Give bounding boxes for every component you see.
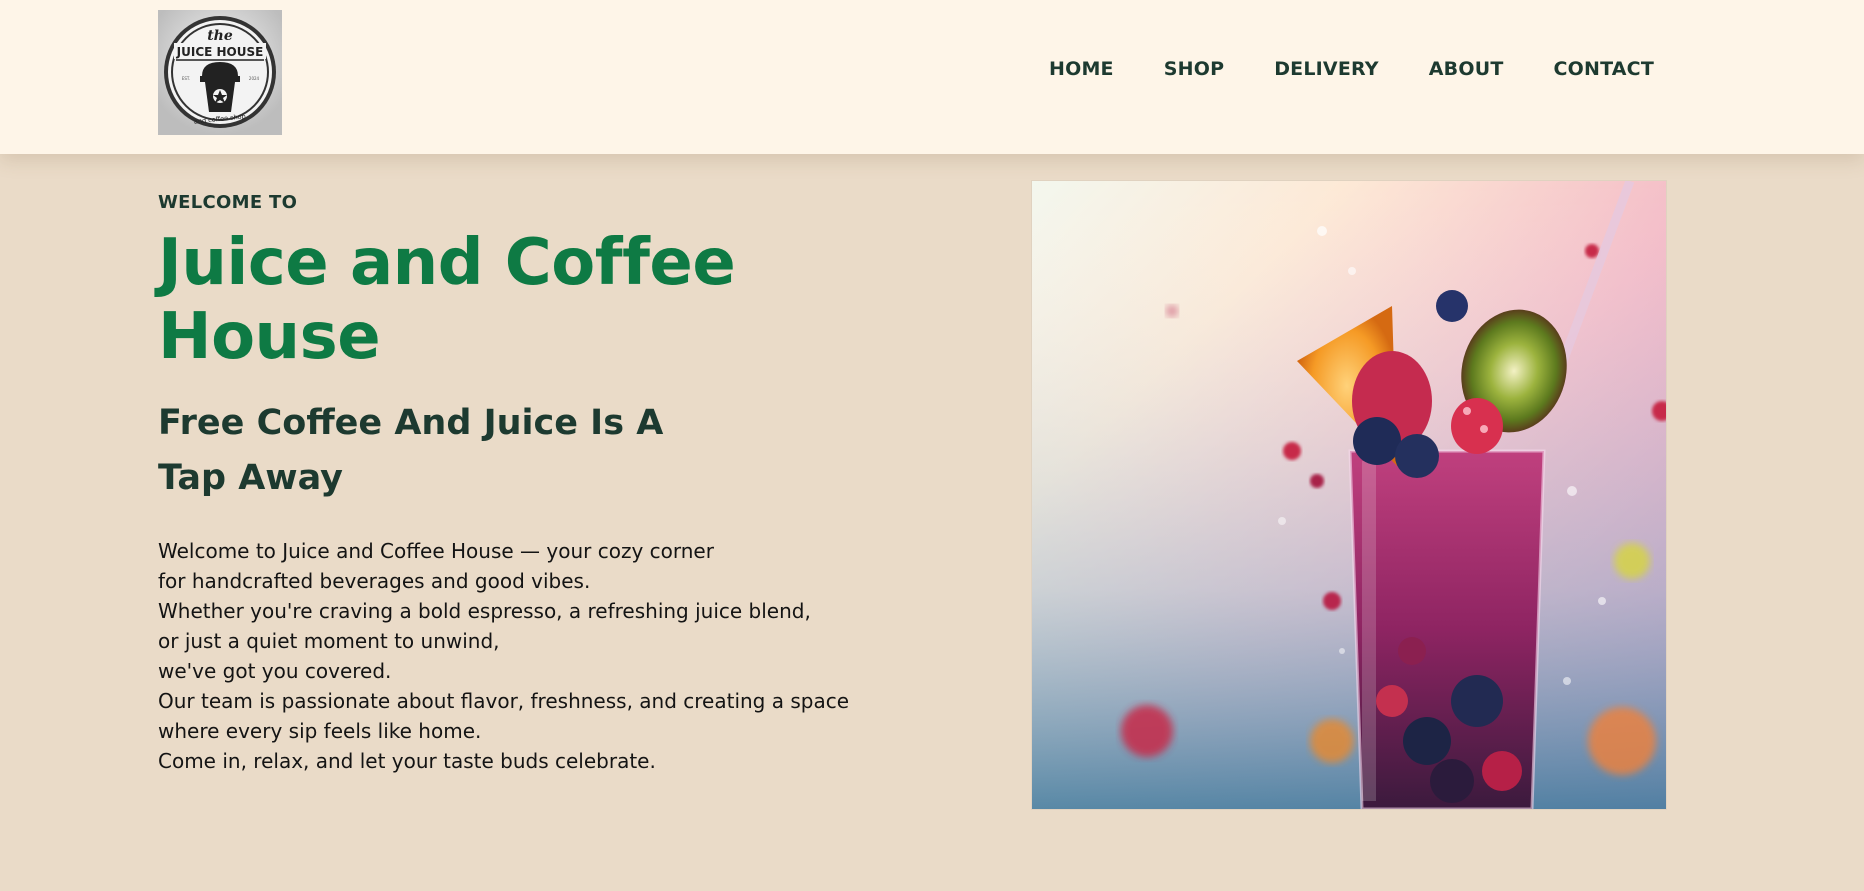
hero-smoothie-image: [1032, 181, 1666, 809]
hero-description-line: we've got you covered.: [158, 659, 392, 684]
hero-description-line: Whether you're craving a bold espresso, …: [158, 599, 811, 624]
logo-top-text: the: [207, 28, 233, 44]
hero-description-line: where every sip feels like home.: [158, 719, 482, 744]
nav-home[interactable]: HOME: [1049, 58, 1114, 80]
cup-logo-icon: the JUICE HOUSE EST. 2024 and coffee sho…: [158, 10, 282, 135]
nav-delivery[interactable]: DELIVERY: [1274, 58, 1379, 80]
nav-about[interactable]: ABOUT: [1429, 58, 1504, 80]
smoothie-glass-image: [1032, 181, 1666, 809]
hero-subtitle-line-2: Tap Away: [158, 458, 343, 499]
hero-eyebrow: WELCOME TO: [158, 192, 298, 213]
logo-year-text: 2024: [249, 76, 260, 81]
hero-description-line: for handcrafted beverages and good vibes…: [158, 569, 591, 594]
nav-shop[interactable]: SHOP: [1164, 58, 1224, 80]
hero-subtitle: Free Coffee And Juice Is A Tap Away: [158, 396, 718, 506]
hero-description: Welcome to Juice and Coffee House — your…: [158, 536, 958, 776]
main-nav: HOME SHOP DELIVERY ABOUT CONTACT: [1049, 58, 1654, 80]
hero-text-block: WELCOME TO Juice and Coffee House Free C…: [158, 192, 958, 776]
nav-contact[interactable]: CONTACT: [1554, 58, 1655, 80]
brand-logo[interactable]: the JUICE HOUSE EST. 2024 and coffee sho…: [158, 10, 282, 135]
logo-main-text: JUICE HOUSE: [176, 45, 264, 59]
hero-title: Juice and Coffee House: [158, 226, 736, 374]
hero-description-line: Come in, relax, and let your taste buds …: [158, 749, 656, 774]
hero-description-line: Welcome to Juice and Coffee House — your…: [158, 539, 714, 564]
hero-subtitle-line-1: Free Coffee And Juice Is A: [158, 403, 664, 444]
site-header: the JUICE HOUSE EST. 2024 and coffee sho…: [0, 0, 1864, 154]
hero-description-line: or just a quiet moment to unwind,: [158, 629, 500, 654]
hero-description-line: Our team is passionate about flavor, fre…: [158, 689, 850, 714]
logo-est-text: EST.: [182, 76, 190, 81]
